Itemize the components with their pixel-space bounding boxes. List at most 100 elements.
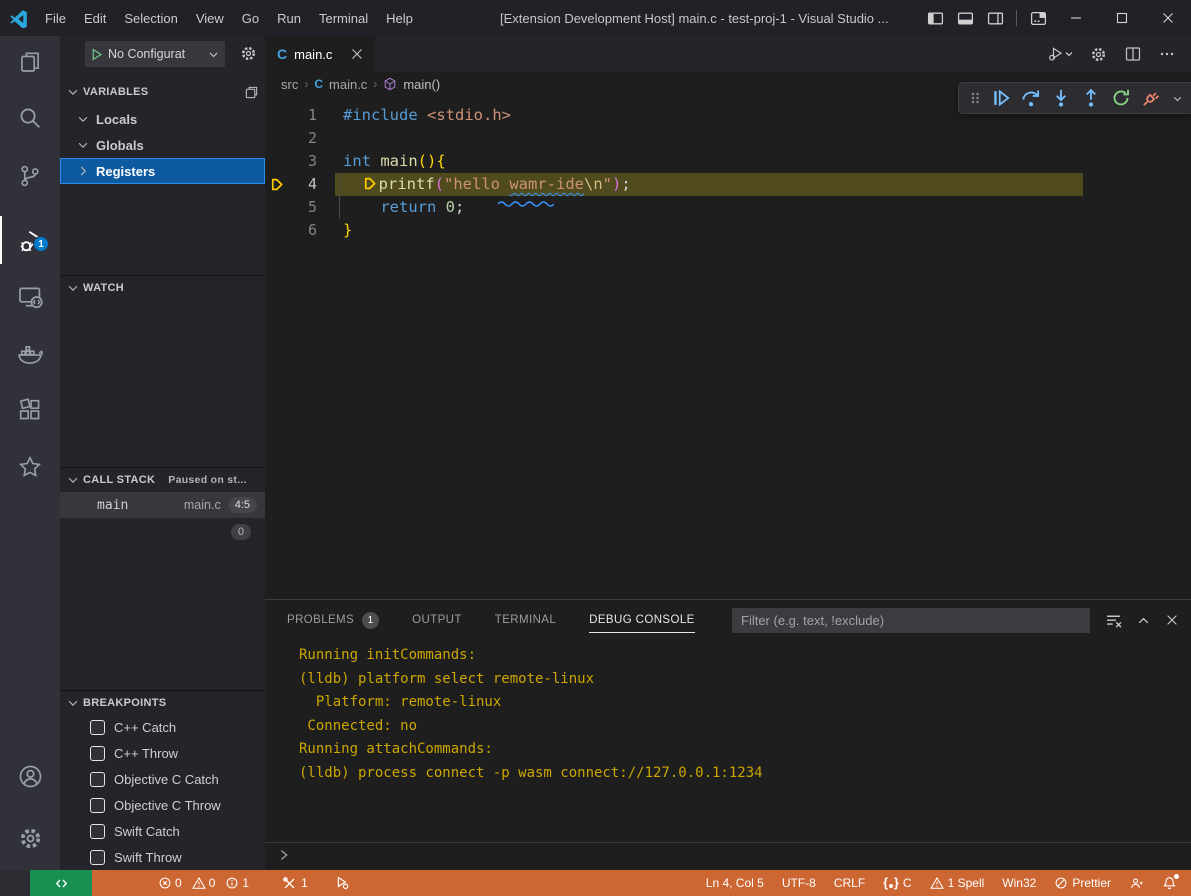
menu-file[interactable]: File (36, 7, 75, 30)
sidebar-item-docker[interactable] (0, 329, 60, 377)
console-filter-input[interactable] (732, 608, 1090, 633)
close-panel-icon[interactable] (1165, 613, 1179, 627)
remote-indicator[interactable] (30, 870, 92, 896)
breadcrumb-folder[interactable]: src (281, 77, 298, 92)
toggle-panel-icon[interactable] (950, 0, 980, 36)
sidebar-item-search[interactable] (0, 94, 60, 142)
close-tab-icon[interactable] (351, 48, 363, 60)
launch-configuration-select[interactable]: No Configurat (85, 41, 225, 67)
language-status[interactable]: {} C (883, 876, 911, 890)
platform-status[interactable]: Win32 (1002, 876, 1036, 890)
checkbox[interactable] (90, 772, 105, 787)
debug-status[interactable] (334, 875, 350, 891)
cursor-position[interactable]: Ln 4, Col 5 (706, 876, 764, 890)
manage-settings[interactable] (0, 814, 60, 862)
breakpoint-objective-c-throw[interactable]: Objective C Throw (60, 792, 265, 818)
c-file-icon: C (277, 46, 287, 62)
sidebar-item-star[interactable] (0, 443, 60, 491)
chevron-down-icon[interactable] (1171, 92, 1184, 105)
encoding-status[interactable]: UTF-8 (782, 876, 816, 890)
breakpoint-swift-catch[interactable]: Swift Catch (60, 818, 265, 844)
code-line-2[interactable]: 2 (265, 127, 1191, 150)
minimize-button[interactable] (1053, 0, 1099, 36)
menu-go[interactable]: Go (233, 7, 268, 30)
tools-icon (282, 876, 297, 891)
toolbar-drag-grip[interactable] (969, 90, 981, 106)
problems-status[interactable]: 0 0 1 (158, 876, 256, 890)
panel-tab-debug-console[interactable]: DEBUG CONSOLE (589, 600, 695, 640)
split-editor-icon[interactable] (1125, 46, 1141, 62)
menu-help[interactable]: Help (377, 7, 422, 30)
continue-icon[interactable] (991, 88, 1011, 108)
menu-view[interactable]: View (187, 7, 233, 30)
stack-frame-row[interactable]: main main.c 4:5 (60, 492, 265, 518)
menu-edit[interactable]: Edit (75, 7, 115, 30)
tab-main-c[interactable]: C main.c (265, 36, 375, 72)
panel-tab-problems[interactable]: PROBLEMS 1 (287, 600, 379, 640)
checkbox[interactable] (90, 798, 105, 813)
checkbox[interactable] (90, 720, 105, 735)
variables-item-globals[interactable]: Globals (60, 132, 265, 158)
panel-tab-terminal[interactable]: TERMINAL (495, 600, 556, 640)
code-editor[interactable]: 1 #include <stdio.h> 2 3 int main(){ 4 p… (265, 96, 1191, 599)
code-line-4[interactable]: 4 printf("hello wamr-ide\n"); (265, 173, 1191, 196)
step-into-icon[interactable] (1051, 88, 1071, 108)
feedback-status[interactable] (1129, 876, 1144, 891)
gear-icon[interactable] (1090, 46, 1107, 63)
breadcrumb-file[interactable]: main.c (329, 77, 367, 92)
line-number: 5 (289, 196, 317, 219)
tools-status[interactable]: 1 (282, 876, 308, 891)
code-line-3[interactable]: 3 int main(){ (265, 150, 1191, 173)
more-actions-icon[interactable] (1159, 46, 1175, 62)
views-icon[interactable] (244, 85, 259, 100)
breakpoint-c-throw[interactable]: C++ Throw (60, 740, 265, 766)
run-or-debug-icon[interactable] (1047, 45, 1072, 63)
variables-item-registers[interactable]: Registers (60, 158, 265, 184)
restart-icon[interactable] (1111, 88, 1131, 108)
open-launch-json-gear-icon[interactable] (240, 45, 257, 62)
account-menu[interactable] (0, 752, 60, 800)
indent-guide (339, 196, 340, 219)
menu-run[interactable]: Run (268, 7, 310, 30)
maximize-button[interactable] (1099, 0, 1145, 36)
customize-layout-icon[interactable] (1023, 0, 1053, 36)
panel-tab-output[interactable]: OUTPUT (412, 600, 462, 640)
debug-console-input[interactable] (265, 842, 1191, 867)
menu-selection[interactable]: Selection (115, 7, 186, 30)
breakpoints-section-header[interactable]: BREAKPOINTS (60, 690, 265, 714)
sidebar-item-remote-explorer[interactable] (0, 272, 60, 320)
clear-console-icon[interactable] (1105, 612, 1122, 629)
step-over-icon[interactable] (1021, 88, 1041, 108)
eol-status[interactable]: CRLF (834, 876, 865, 890)
watch-section-header[interactable]: WATCH (60, 275, 265, 299)
breadcrumb-symbol[interactable]: main() (403, 77, 440, 92)
checkbox[interactable] (90, 824, 105, 839)
checkbox[interactable] (90, 850, 105, 865)
session-row[interactable]: 0 (60, 520, 265, 544)
variables-section-header[interactable]: VARIABLES (60, 80, 265, 104)
breakpoint-swift-throw[interactable]: Swift Throw (60, 844, 265, 870)
sidebar-item-explorer[interactable] (0, 38, 60, 86)
code-line-5[interactable]: 5 return 0; (265, 196, 1191, 219)
checkbox[interactable] (90, 746, 105, 761)
step-out-icon[interactable] (1081, 88, 1101, 108)
panel-tab-label: DEBUG CONSOLE (589, 614, 695, 626)
bottom-panel: PROBLEMS 1 OUTPUT TERMINAL DEBUG CONSOLE… (265, 599, 1191, 870)
sidebar-item-run-and-debug[interactable]: 1 (0, 216, 60, 264)
toggle-secondary-sidebar-icon[interactable] (980, 0, 1010, 36)
formatter-status[interactable]: Prettier (1054, 876, 1111, 890)
breakpoint-objective-c-catch[interactable]: Objective C Catch (60, 766, 265, 792)
sidebar-item-extensions[interactable] (0, 386, 60, 434)
spell-status[interactable]: 1 Spell (930, 876, 985, 890)
breakpoint-c-catch[interactable]: C++ Catch (60, 714, 265, 740)
code-line-6[interactable]: 6 } (265, 219, 1191, 242)
disconnect-icon[interactable] (1141, 88, 1161, 108)
variables-item-locals[interactable]: Locals (60, 106, 265, 132)
call-stack-section-header[interactable]: CALL STACK Paused on st... (60, 467, 265, 491)
sidebar-item-source-control[interactable] (0, 152, 60, 200)
close-window-button[interactable] (1145, 0, 1191, 36)
toggle-sidebar-icon[interactable] (920, 0, 950, 36)
notifications-status[interactable] (1162, 876, 1177, 891)
maximize-panel-icon[interactable] (1136, 613, 1151, 628)
menu-terminal[interactable]: Terminal (310, 7, 377, 30)
